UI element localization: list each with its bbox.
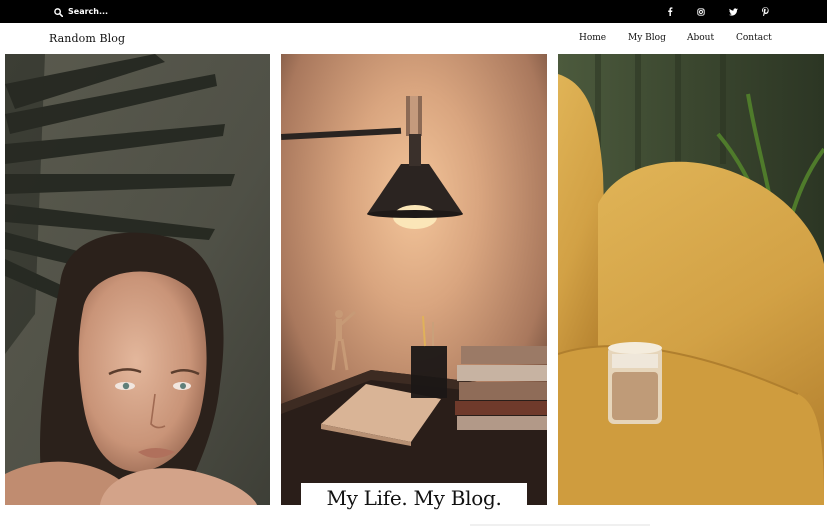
- gallery-image-desk-lamp[interactable]: [281, 54, 547, 505]
- twitter-icon[interactable]: [726, 0, 740, 23]
- site-title[interactable]: Random Blog: [49, 32, 125, 45]
- nav-about[interactable]: About: [687, 33, 714, 43]
- nav-home[interactable]: Home: [579, 33, 606, 43]
- top-bar: [0, 0, 827, 23]
- pinterest-icon[interactable]: [758, 0, 772, 23]
- gallery-image-portrait[interactable]: [5, 54, 270, 505]
- facebook-icon[interactable]: [663, 0, 677, 23]
- hero-caption: My Life. My Blog.: [301, 483, 527, 513]
- instagram-icon[interactable]: [694, 0, 708, 23]
- divider: [470, 524, 650, 526]
- search: [54, 0, 188, 23]
- nav-my-blog[interactable]: My Blog: [628, 33, 666, 43]
- gallery-image-armchair[interactable]: [558, 54, 824, 505]
- nav-contact[interactable]: Contact: [736, 33, 772, 43]
- search-icon[interactable]: [54, 2, 64, 21]
- hero-caption-text: My Life. My Blog.: [326, 486, 502, 510]
- site-header: Random Blog Home My Blog About Contact: [0, 23, 827, 54]
- search-input[interactable]: [68, 4, 188, 19]
